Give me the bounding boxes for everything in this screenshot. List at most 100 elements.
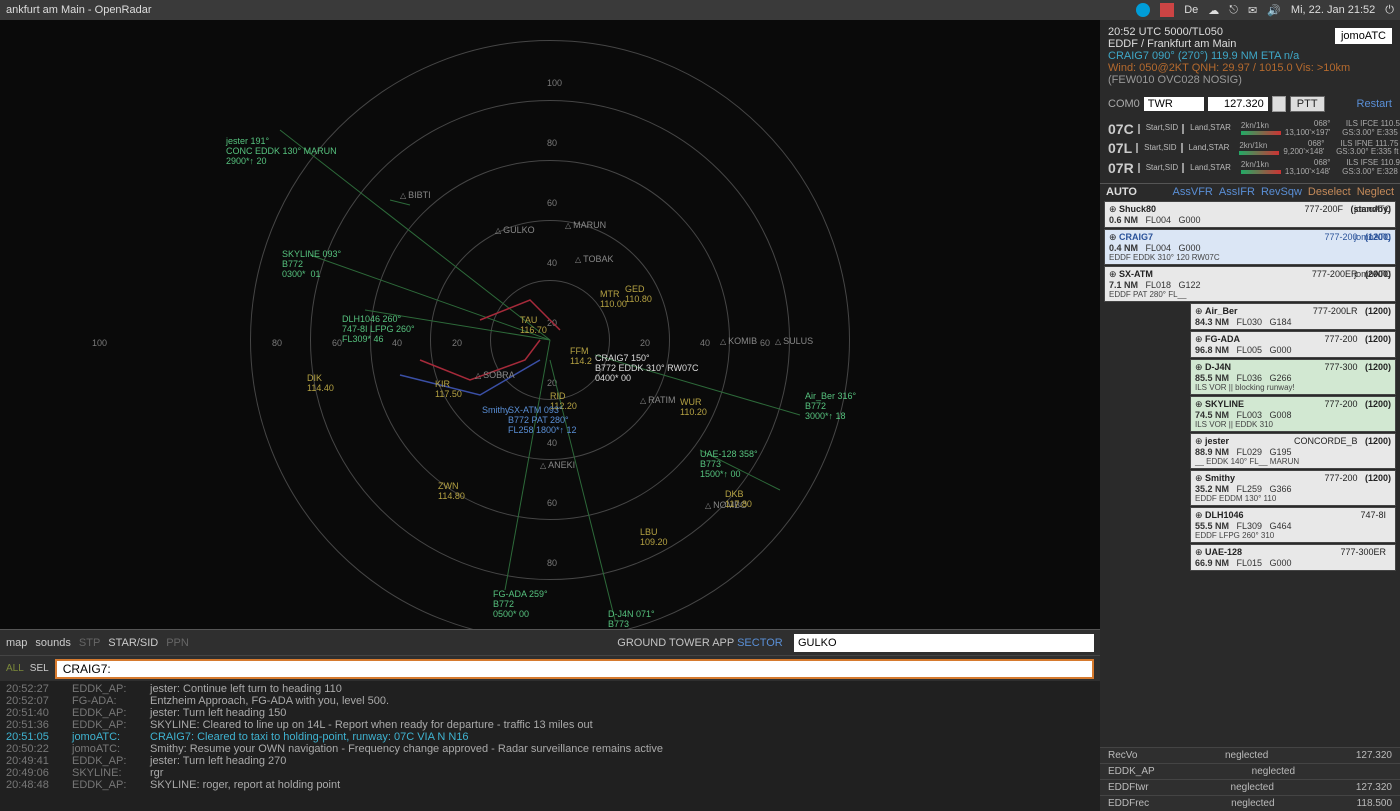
tab-assifr[interactable]: AssIFR: [1219, 186, 1255, 198]
flight-strip[interactable]: ⊕ Shuck80 777-200F (standby) 0.6 NM FL00…: [1104, 201, 1396, 228]
neglected-row[interactable]: EDDFrecneglected118.500: [1100, 795, 1400, 811]
cloud-icon: ☁: [1208, 4, 1219, 17]
flight-strip[interactable]: ⊕ jester CONCORDE_B (1200) 88.9 NM FL029…: [1190, 433, 1396, 469]
flight-strip[interactable]: ⊕ DLH1046 747-8I 55.5 NM FL309 G464 EDDF…: [1190, 507, 1396, 543]
neglected-row[interactable]: EDDFtwrneglected127.320: [1100, 779, 1400, 795]
wp-gulko: GULKO: [495, 225, 535, 235]
chat-line: 20:51:36 EDDK_AP: SKYLINE: Cleared to li…: [6, 719, 1094, 731]
filter-all[interactable]: ALL: [6, 663, 24, 674]
cb-start[interactable]: [1138, 124, 1140, 134]
flight-strip[interactable]: ⊕ Smithy 777-200 (1200) 35.2 NM FL259 G3…: [1190, 470, 1396, 506]
com-label: COM0: [1108, 98, 1140, 110]
com-select[interactable]: [1144, 97, 1204, 111]
tab-deselect[interactable]: Deselect: [1308, 186, 1351, 198]
neglected-row[interactable]: EDDK_APneglected: [1100, 763, 1400, 779]
bt-icon: ⎋: [1229, 4, 1238, 17]
cb-land[interactable]: [1181, 143, 1183, 153]
nav-mtr: MTR110.00: [600, 290, 627, 310]
hp-icon[interactable]: [1136, 3, 1150, 17]
flight-strip[interactable]: ⊕ SX-ATM 777-200ER (2000) 7.1 NM FL018 G…: [1104, 266, 1396, 302]
wp-ratim: RATIM: [640, 395, 676, 405]
atc-callsign[interactable]: jomoATC: [1335, 28, 1392, 44]
nav-wur: WUR110.20: [680, 398, 707, 418]
cb-land[interactable]: [1182, 124, 1184, 134]
radar-bottom-bar: map sounds STP STAR/SID PPN GROUND TOWER…: [0, 629, 1100, 655]
neglected-list: RecVoneglected127.320EDDK_APneglectedEDD…: [1100, 747, 1400, 811]
wp-tobak: TOBAK: [575, 254, 614, 264]
com-dropdown[interactable]: [1272, 96, 1286, 112]
wp-marun: MARUN: [565, 220, 606, 230]
tab-auto[interactable]: AUTO: [1106, 186, 1137, 198]
track-uae[interactable]: UAE-128 358° B773 1500*↑ 00: [700, 450, 758, 480]
track-dlh[interactable]: DLH1046 260° 747-8I LFPG 260° FL309* 46: [342, 315, 415, 345]
ptt-button[interactable]: PTT: [1290, 96, 1325, 112]
runway-row[interactable]: 07L Start,SID Land,STAR 2kn/1kn 068°9,20…: [1108, 140, 1392, 158]
tab-assvfr[interactable]: AssVFR: [1173, 186, 1213, 198]
power-icon[interactable]: ⏻: [1385, 4, 1394, 17]
tab-stp[interactable]: STP: [79, 637, 100, 649]
mail-icon[interactable]: ✉: [1248, 4, 1257, 17]
flight-strip[interactable]: ⊕ D-J4N 777-300 (1200) 85.5 NM FL036 G26…: [1190, 359, 1396, 395]
restart-link[interactable]: Restart: [1357, 98, 1392, 110]
strip-list[interactable]: ⊕ Shuck80 777-200F (standby) 0.6 NM FL00…: [1100, 200, 1400, 747]
route-lines: [0, 20, 1100, 629]
volume-icon[interactable]: 🔊: [1267, 4, 1281, 17]
cb-land[interactable]: [1182, 163, 1184, 173]
runway-table: 07C Start,SID Land,STAR 2kn/1kn 068°13,1…: [1100, 116, 1400, 183]
chat-line: 20:50:22 jomoATC: Smithy: Resume your OW…: [6, 743, 1094, 755]
track-airber[interactable]: Air_Ber 316° B772 3000*↑ 18: [805, 392, 856, 422]
chat-line: 20:52:07 FG-ADA: Entzheim Approach, FG-A…: [6, 695, 1094, 707]
track-jester[interactable]: jester 191° CONC EDDK 130° MARUN 2900*↑ …: [226, 137, 337, 167]
tab-sounds[interactable]: sounds: [35, 637, 70, 649]
clock-text: Mi, 22. Jan 21:52: [1291, 4, 1375, 16]
track-fgada[interactable]: FG-ADA 259° B772 0500* 00: [493, 590, 548, 620]
tab-map[interactable]: map: [6, 637, 27, 649]
strip-tabs: AUTO AssVFR AssIFR RevSqw Deselect Negle…: [1100, 183, 1400, 200]
tab-neglect[interactable]: Neglect: [1357, 186, 1394, 198]
flight-strip[interactable]: ⊕ UAE-128 777-300ER 66.9 NM FL015 G000: [1190, 544, 1396, 571]
cb-start[interactable]: [1138, 163, 1140, 173]
nav-dkb: DKB117.80: [725, 490, 752, 510]
track-sxatm[interactable]: SX-ATM 093° B772 PAT 280° FL258 1800*↑ 1…: [508, 406, 577, 436]
track-craig[interactable]: CRAIG7 150° B772 EDDK 310° RW07C 0400* 0…: [595, 354, 698, 384]
wp-aneki: ANEKI: [540, 460, 575, 470]
filter-sel[interactable]: SEL: [30, 663, 49, 674]
tab-revsqw[interactable]: RevSqw: [1261, 186, 1302, 198]
chat-line: 20:49:41 EDDK_AP: jester: Turn left head…: [6, 755, 1094, 767]
track-skyline[interactable]: SKYLINE 093° B772 0300* 01: [282, 250, 341, 280]
neglected-row[interactable]: RecVoneglected127.320: [1100, 747, 1400, 763]
chat-line: 20:48:48 EDDK_AP: SKYLINE: roger, report…: [6, 779, 1094, 791]
sidebar: jomoATC 20:52 UTC 5000/TL050 EDDF / Fran…: [1100, 20, 1400, 811]
hdr-selected: CRAIG7 090° (270°) 119.9 NM ETA n/a: [1108, 50, 1392, 62]
hdr-metar: Wind: 050@2KT QNH: 29.97 / 1015.0 Vis: >…: [1108, 62, 1392, 74]
mode-tabs[interactable]: GROUND TOWER APP SECTOR: [617, 637, 782, 649]
chat-line: 20:49:06 SKYLINE: rgr: [6, 767, 1094, 779]
flight-strip[interactable]: ⊕ Air_Ber 777-200LR (1200) 84.3 NM FL030…: [1190, 303, 1396, 330]
tab-starsid[interactable]: STAR/SID: [108, 637, 158, 649]
chat-log[interactable]: 20:52:27 EDDK_AP: jester: Continue left …: [0, 681, 1100, 811]
track-dj4n[interactable]: D-J4N 071° B773 3600*↑ 27: [608, 610, 655, 629]
flight-strip[interactable]: ⊕ CRAIG7 777-200 (1200) 0.4 NM FL004 G00…: [1104, 229, 1396, 265]
search-input[interactable]: [794, 634, 1094, 652]
tab-ppn[interactable]: PPN: [166, 637, 189, 649]
flight-strip[interactable]: ⊕ FG-ADA 777-200 (1200) 96.8 NM FL005 G0…: [1190, 331, 1396, 358]
com-freq[interactable]: [1208, 97, 1268, 111]
runway-row[interactable]: 07C Start,SID Land,STAR 2kn/1kn 068°13,1…: [1108, 120, 1392, 138]
wp-komib: KOMIB: [720, 336, 757, 346]
track-smithy-lbl[interactable]: Smithy: [482, 406, 510, 416]
runway-row[interactable]: 07R Start,SID Land,STAR 2kn/1kn 068°13,1…: [1108, 159, 1392, 177]
wp-bibti: BIBTI: [400, 190, 431, 200]
system-tray: De ☁ ⎋ ✉ 🔊 Mi, 22. Jan 21:52 ⏻: [1136, 3, 1394, 17]
chat-line: 20:52:27 EDDK_AP: jester: Continue left …: [6, 683, 1094, 695]
info-header: jomoATC 20:52 UTC 5000/TL050 EDDF / Fran…: [1100, 20, 1400, 92]
wp-sulus: SULUS: [775, 336, 813, 346]
nav-lbu: LBU109.20: [640, 528, 668, 548]
command-input[interactable]: [55, 659, 1094, 679]
com-row: COM0 PTT Restart: [1100, 92, 1400, 116]
command-row: ALL SEL: [0, 655, 1100, 681]
radar-scope[interactable]: 100 80 60 40 20 20 40 60 80 100 80 60 40…: [0, 20, 1100, 629]
nav-ffm: FFM114.2: [570, 347, 592, 367]
cb-start[interactable]: [1136, 143, 1138, 153]
flight-strip[interactable]: ⊕ SKYLINE 777-200 (1200) 74.5 NM FL003 G…: [1190, 396, 1396, 432]
lang-icon[interactable]: [1160, 3, 1174, 17]
